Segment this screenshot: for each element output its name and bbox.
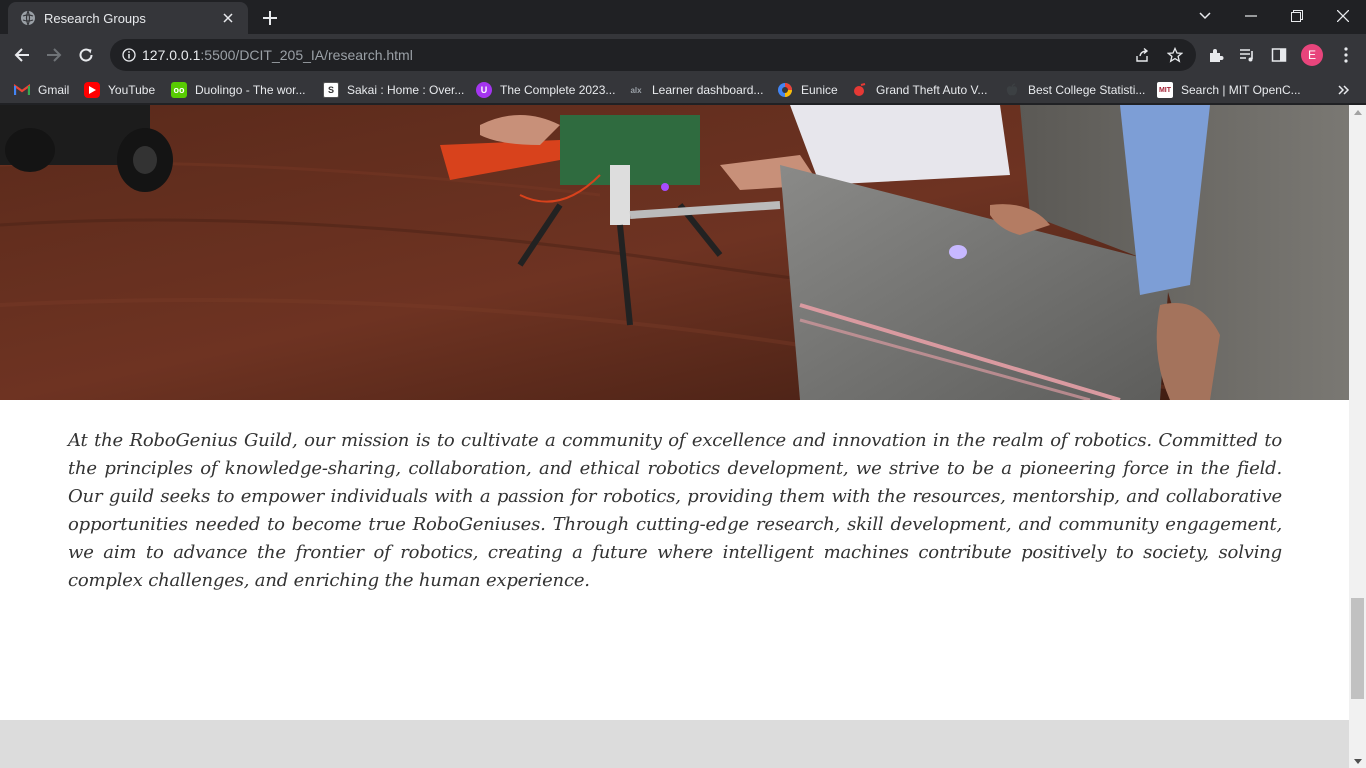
robotics-lab-photo	[0, 105, 1349, 400]
bookmark-label: Grand Theft Auto V...	[876, 83, 988, 97]
bookmark-label: Learner dashboard...	[652, 83, 764, 97]
url-path: :5500/DCIT_205_IA/research.html	[200, 47, 413, 63]
udemy-icon: U	[476, 82, 492, 98]
bookmark-label: Gmail	[38, 83, 70, 97]
url-host: 127.0.0.1	[142, 47, 201, 63]
site-info-icon[interactable]	[118, 44, 140, 66]
bookmark-star-icon[interactable]	[1164, 44, 1186, 66]
media-controls-icon[interactable]	[1233, 41, 1261, 69]
restore-button[interactable]	[1274, 2, 1320, 30]
duolingo-icon: oo	[171, 82, 187, 98]
close-tab-icon[interactable]	[218, 8, 238, 28]
bookmark-youtube[interactable]: YouTube	[84, 80, 155, 100]
globe-icon	[20, 10, 36, 26]
address-bar[interactable]: 127.0.0.1:5500/DCIT_205_IA/research.html	[110, 39, 1196, 71]
minimize-button[interactable]	[1228, 2, 1274, 30]
tab-title: Research Groups	[44, 10, 146, 26]
back-button[interactable]	[8, 41, 36, 69]
gmail-icon	[14, 82, 30, 98]
bookmark-best-college[interactable]: Best College Statisti...	[1004, 80, 1145, 100]
bookmark-label: Search | MIT OpenC...	[1181, 83, 1301, 97]
sakai-icon: S	[323, 82, 339, 98]
tab-research-groups[interactable]: Research Groups	[8, 2, 248, 34]
mission-statement: At the RoboGenius Guild, our mission is …	[68, 430, 1282, 591]
share-icon[interactable]	[1132, 44, 1154, 66]
bookmark-sakai[interactable]: S Sakai : Home : Over...	[323, 80, 464, 100]
reload-button[interactable]	[72, 41, 100, 69]
page-scrollbar[interactable]	[1349, 105, 1366, 768]
bookmark-alx[interactable]: alx Learner dashboard...	[628, 80, 763, 100]
alx-icon: alx	[630, 85, 642, 95]
bookmark-duolingo[interactable]: oo Duolingo - The wor...	[171, 80, 306, 100]
scrollbar-thumb[interactable]	[1351, 598, 1364, 699]
mit-icon: MIT	[1157, 82, 1173, 98]
tab-search-chevron-icon[interactable]	[1182, 2, 1228, 30]
bookmark-label: YouTube	[108, 83, 156, 97]
side-panel-icon[interactable]	[1265, 41, 1293, 69]
bookmark-gta[interactable]: Grand Theft Auto V...	[852, 80, 987, 100]
bookmarks-overflow-icon[interactable]	[1336, 82, 1352, 98]
bookmark-label: Duolingo - The wor...	[195, 83, 306, 97]
forward-button[interactable]	[40, 41, 68, 69]
footer	[0, 720, 1349, 768]
bookmarks-bar: Gmail YouTube oo Duolingo - The wor... S…	[0, 76, 1366, 104]
youtube-icon	[84, 82, 100, 98]
tab-strip: Research Groups	[0, 0, 1366, 34]
page-viewport: At the RoboGenius Guild, our mission is …	[0, 105, 1349, 768]
browser-toolbar: 127.0.0.1:5500/DCIT_205_IA/research.html…	[0, 34, 1366, 76]
extensions-icon[interactable]	[1202, 41, 1230, 69]
new-tab-button[interactable]	[258, 6, 282, 30]
gta-icon	[852, 82, 868, 98]
bookmark-gmail[interactable]: Gmail	[14, 80, 69, 100]
eunice-icon	[777, 82, 793, 98]
bookmark-label: The Complete 2023...	[500, 83, 616, 97]
close-window-button[interactable]	[1320, 2, 1366, 30]
bookmark-eunice[interactable]: Eunice	[777, 80, 838, 100]
bookmark-label: Eunice	[801, 83, 838, 97]
scroll-down-icon[interactable]	[1349, 754, 1366, 768]
scroll-up-icon[interactable]	[1349, 105, 1366, 119]
bookmark-label: Sakai : Home : Over...	[347, 83, 465, 97]
bookmark-mit[interactable]: MIT Search | MIT OpenC...	[1157, 80, 1301, 100]
bookmark-udemy[interactable]: U The Complete 2023...	[476, 80, 615, 100]
profile-avatar[interactable]: E	[1301, 44, 1323, 66]
apple-icon	[1004, 82, 1020, 98]
url-text: 127.0.0.1:5500/DCIT_205_IA/research.html	[142, 47, 413, 63]
bookmark-label: Best College Statisti...	[1028, 83, 1146, 97]
more-menu-icon[interactable]	[1332, 41, 1360, 69]
